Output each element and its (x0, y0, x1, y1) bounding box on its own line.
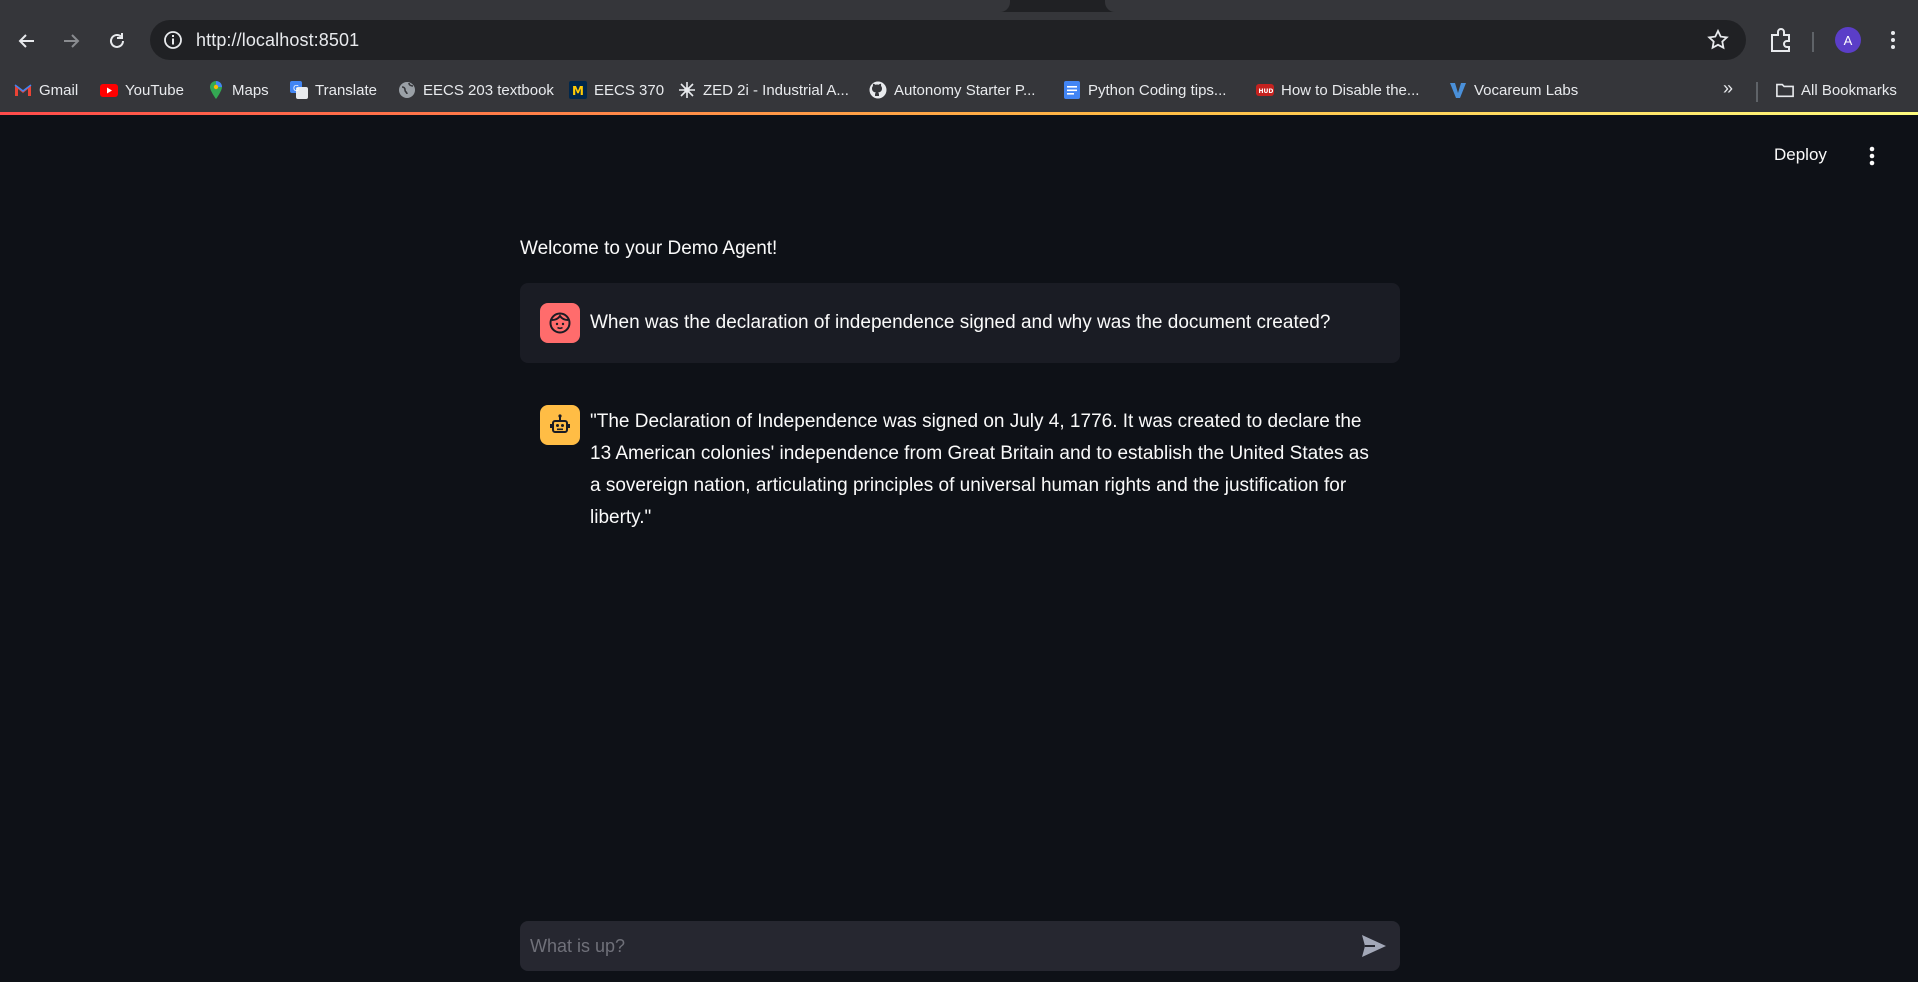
bookmark-label: EECS 203 textbook (423, 81, 554, 99)
bookmark-gmail[interactable]: Gmail (14, 78, 78, 102)
globe-icon (398, 81, 416, 99)
app-main: Deploy Welcome to your Demo Agent! When … (0, 115, 1918, 982)
chat-input[interactable] (530, 929, 1330, 963)
bookmark-vocareum[interactable]: Vocareum Labs (1449, 78, 1578, 102)
bookmark-disable[interactable]: HUD How to Disable the... (1256, 78, 1419, 102)
translate-icon: G (290, 81, 308, 99)
active-tab[interactable] (0, 0, 1010, 12)
bookmark-label: Translate (315, 81, 377, 99)
svg-text:M: M (572, 84, 584, 98)
browser-toolbar: http://localhost:8501 A (0, 12, 1918, 68)
bookmarks-divider (1756, 82, 1758, 102)
bookmark-label: Vocareum Labs (1474, 81, 1579, 99)
robot-icon (550, 414, 570, 433)
youtube-icon (100, 81, 118, 99)
bookmark-label: Autonomy Starter P... (894, 81, 1036, 99)
bookmark-autonomy[interactable]: Autonomy Starter P... (869, 78, 1035, 102)
bookmarks-bar: Gmail YouTube Maps G Translate EECS 203 … (0, 68, 1918, 112)
bookmark-label: ZED 2i - Industrial A... (703, 81, 849, 99)
reload-icon (110, 33, 124, 48)
deploy-button[interactable]: Deploy (1774, 145, 1827, 165)
bookmark-youtube[interactable]: YouTube (100, 78, 184, 102)
user-message: When was the declaration of independence… (520, 283, 1400, 363)
inactive-tab[interactable] (1105, 0, 1918, 12)
all-bookmarks-button[interactable]: All Bookmarks (1776, 78, 1897, 102)
gmail-icon (14, 81, 32, 99)
bookmark-label: Maps (232, 81, 269, 99)
send-icon[interactable] (1360, 933, 1388, 959)
app-menu-icon[interactable] (1860, 144, 1884, 168)
zed-icon (678, 81, 696, 99)
github-icon (869, 81, 887, 99)
address-bar[interactable]: http://localhost:8501 (150, 20, 1746, 60)
more-bookmarks-chevron-icon[interactable]: » (1716, 78, 1740, 102)
bookmark-maps[interactable]: Maps (207, 78, 269, 102)
bookmark-eecs370[interactable]: M EECS 370 (569, 78, 664, 102)
bookmark-translate[interactable]: G Translate (290, 78, 377, 102)
toolbar-divider (1812, 32, 1814, 52)
bookmark-label: Gmail (39, 81, 79, 99)
folder-icon (1776, 81, 1794, 99)
bookmark-label: EECS 370 (594, 81, 665, 99)
user-face-icon (549, 312, 571, 334)
vocareum-icon (1449, 81, 1467, 99)
assistant-avatar (540, 405, 580, 445)
bookmark-label: How to Disable the... (1281, 81, 1420, 99)
back-arrow-icon (18, 34, 34, 48)
bookmark-label: YouTube (125, 81, 184, 99)
all-bookmarks-label: All Bookmarks (1801, 81, 1897, 99)
hud-icon: HUD (1256, 81, 1274, 99)
tab-strip (0, 0, 1918, 12)
welcome-text: Welcome to your Demo Agent! (520, 238, 778, 259)
bookmark-eecs203[interactable]: EECS 203 textbook (398, 78, 554, 102)
bookmark-zed[interactable]: ZED 2i - Industrial A... (678, 78, 849, 102)
site-info-icon[interactable] (162, 29, 184, 51)
forward-button[interactable] (56, 26, 86, 56)
michigan-icon: M (569, 81, 587, 99)
reload-button[interactable] (102, 26, 132, 56)
browser-menu-icon[interactable] (1880, 27, 1906, 53)
bookmark-python-tips[interactable]: Python Coding tips... (1063, 78, 1226, 102)
svg-text:G: G (293, 84, 299, 93)
bookmark-label: Python Coding tips... (1088, 81, 1227, 99)
user-avatar (540, 303, 580, 343)
user-message-text: When was the declaration of independence… (590, 312, 1331, 333)
svg-text:HUD: HUD (1259, 88, 1274, 95)
bookmark-star-icon[interactable] (1706, 28, 1730, 52)
forward-arrow-icon (64, 34, 80, 48)
maps-icon (207, 81, 225, 99)
docs-icon (1063, 81, 1081, 99)
extensions-icon[interactable] (1768, 26, 1794, 54)
assistant-message-text: "The Declaration of Independence was sig… (590, 411, 1369, 528)
chat-input-container (520, 921, 1400, 971)
assistant-message: "The Declaration of Independence was sig… (520, 385, 1400, 535)
url-text[interactable]: http://localhost:8501 (196, 30, 359, 51)
profile-avatar[interactable]: A (1835, 27, 1861, 53)
back-button[interactable] (12, 26, 42, 56)
